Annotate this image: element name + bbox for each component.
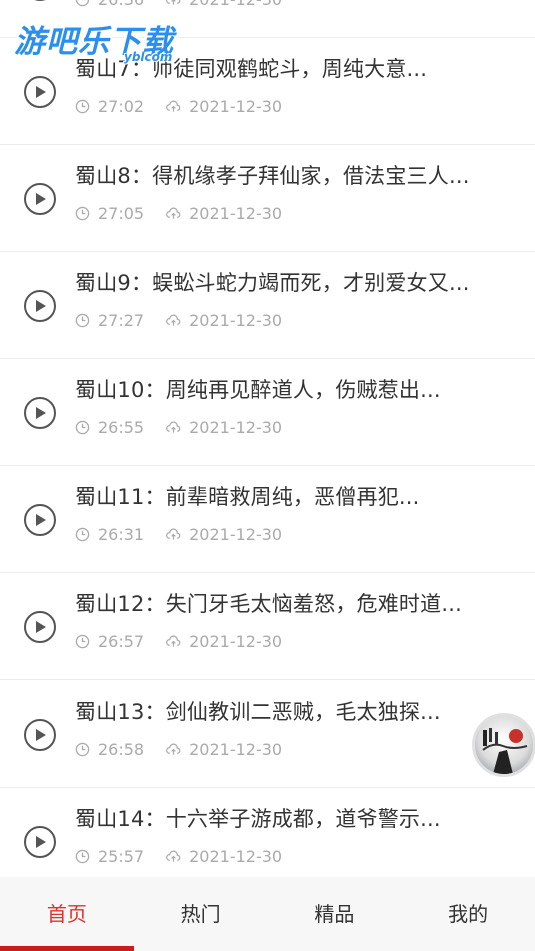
episode-title: 蜀山14：十六举子游成都，道爷警示... xyxy=(75,807,441,831)
play-circle-icon[interactable] xyxy=(24,290,56,322)
episode-duration: 25:57 xyxy=(98,847,145,866)
cloud-upload-icon xyxy=(166,100,181,112)
episode-title: 蜀山9：蜈蚣斗蛇力竭而死，才别爱女又... xyxy=(75,271,470,295)
tab-premium[interactable]: 精品 xyxy=(268,877,402,951)
episode-duration: 27:02 xyxy=(98,97,145,116)
tab-label: 我的 xyxy=(448,902,489,926)
episode-list: 26:36 2021-12-30 蜀山7：师徒同观鹤蛇斗，周纯大意... 27:… xyxy=(0,0,535,877)
episode-meta: 26:55 2021-12-30 xyxy=(75,418,282,437)
episode-title: 蜀山13：剑仙教训二恶贼，毛太独探... xyxy=(75,700,441,724)
clock-icon xyxy=(75,742,90,757)
episode-meta: 25:57 2021-12-30 xyxy=(75,847,282,866)
episode-meta: 26:57 2021-12-30 xyxy=(75,632,282,651)
episode-date: 2021-12-30 xyxy=(189,418,283,437)
cloud-upload-icon xyxy=(166,421,181,433)
episode-item[interactable]: 蜀山14：十六举子游成都，道爷警示... 25:57 2021-12-30 xyxy=(0,789,535,877)
cloud-upload-icon xyxy=(166,743,181,755)
clock-icon xyxy=(75,0,90,7)
play-circle-icon[interactable] xyxy=(24,504,56,536)
watermark-logo: 游吧乐下载 yblcom xyxy=(14,16,189,66)
episode-date: 2021-12-30 xyxy=(189,97,283,116)
cloud-upload-icon xyxy=(166,0,181,5)
play-circle-icon[interactable] xyxy=(24,76,56,108)
clock-icon xyxy=(75,527,90,542)
bottom-tab-bar: 首页 热门 精品 我的 xyxy=(0,877,535,951)
tab-hot[interactable]: 热门 xyxy=(134,877,268,951)
tab-label: 首页 xyxy=(46,902,87,926)
episode-meta: 27:27 2021-12-30 xyxy=(75,311,282,330)
episode-date: 2021-12-30 xyxy=(189,632,283,651)
cover-art-icon xyxy=(482,728,528,774)
episode-duration: 26:58 xyxy=(98,740,145,759)
play-circle-icon[interactable] xyxy=(24,611,56,643)
episode-duration: 26:57 xyxy=(98,632,145,651)
clock-icon xyxy=(75,313,90,328)
episode-meta: 27:05 2021-12-30 xyxy=(75,204,282,223)
clock-icon xyxy=(75,206,90,221)
episode-date: 2021-12-30 xyxy=(189,847,283,866)
episode-date: 2021-12-30 xyxy=(189,0,282,9)
episode-duration: 27:05 xyxy=(98,204,145,223)
play-circle-icon[interactable] xyxy=(24,826,56,858)
episode-item[interactable]: 蜀山11：前辈暗救周纯，恶僧再犯... 26:31 2021-12-30 xyxy=(0,467,535,573)
tab-home[interactable]: 首页 xyxy=(0,877,134,951)
episode-duration: 26:31 xyxy=(98,525,145,544)
cloud-upload-icon xyxy=(166,635,181,647)
clock-icon xyxy=(75,99,90,114)
tab-mine[interactable]: 我的 xyxy=(401,877,535,951)
play-circle-icon[interactable] xyxy=(24,397,56,429)
tab-label: 精品 xyxy=(314,902,355,926)
episode-date: 2021-12-30 xyxy=(189,740,283,759)
episode-meta: 27:02 2021-12-30 xyxy=(75,97,282,116)
episode-duration: 26:36 xyxy=(98,0,144,9)
episode-meta: 26:36 2021-12-30 xyxy=(75,0,282,9)
episode-meta: 26:58 2021-12-30 xyxy=(75,740,282,759)
episode-meta: 26:31 2021-12-30 xyxy=(75,525,282,544)
cloud-upload-icon xyxy=(166,850,181,862)
episode-date: 2021-12-30 xyxy=(189,525,283,544)
episode-duration: 27:27 xyxy=(98,311,145,330)
episode-item[interactable]: 蜀山8：得机缘孝子拜仙家，借法宝三人... 27:05 2021-12-30 xyxy=(0,146,535,252)
episode-title: 蜀山11：前辈暗救周纯，恶僧再犯... xyxy=(75,485,420,509)
clock-icon xyxy=(75,849,90,864)
episode-item[interactable]: 蜀山12：失门牙毛太恼羞怒，危难时道... 26:57 2021-12-30 xyxy=(0,574,535,680)
episode-item[interactable]: 蜀山9：蜈蚣斗蛇力竭而死，才别爱女又... 27:27 2021-12-30 xyxy=(0,253,535,359)
episode-item[interactable]: 蜀山10：周纯再见醉道人，伤贼惹出... 26:55 2021-12-30 xyxy=(0,360,535,466)
now-playing-float-button[interactable] xyxy=(472,713,535,777)
episode-title: 蜀山8：得机缘孝子拜仙家，借法宝三人... xyxy=(75,164,470,188)
play-circle-icon[interactable] xyxy=(24,719,56,751)
episode-duration: 26:55 xyxy=(98,418,145,437)
play-circle-icon[interactable] xyxy=(24,0,56,1)
watermark-subtext: yblcom xyxy=(124,50,173,64)
play-circle-icon[interactable] xyxy=(24,183,56,215)
tab-label: 热门 xyxy=(180,902,221,926)
episode-title: 蜀山10：周纯再见醉道人，伤贼惹出... xyxy=(75,378,441,402)
active-tab-indicator xyxy=(0,946,134,951)
clock-icon xyxy=(75,420,90,435)
episode-date: 2021-12-30 xyxy=(189,311,283,330)
cloud-upload-icon xyxy=(166,207,181,219)
episode-title: 蜀山12：失门牙毛太恼羞怒，危难时道... xyxy=(75,592,462,616)
cloud-upload-icon xyxy=(166,314,181,326)
clock-icon xyxy=(75,634,90,649)
cloud-upload-icon xyxy=(166,528,181,540)
episode-item[interactable]: 蜀山13：剑仙教训二恶贼，毛太独探... 26:58 2021-12-30 xyxy=(0,682,535,788)
episode-date: 2021-12-30 xyxy=(189,204,283,223)
